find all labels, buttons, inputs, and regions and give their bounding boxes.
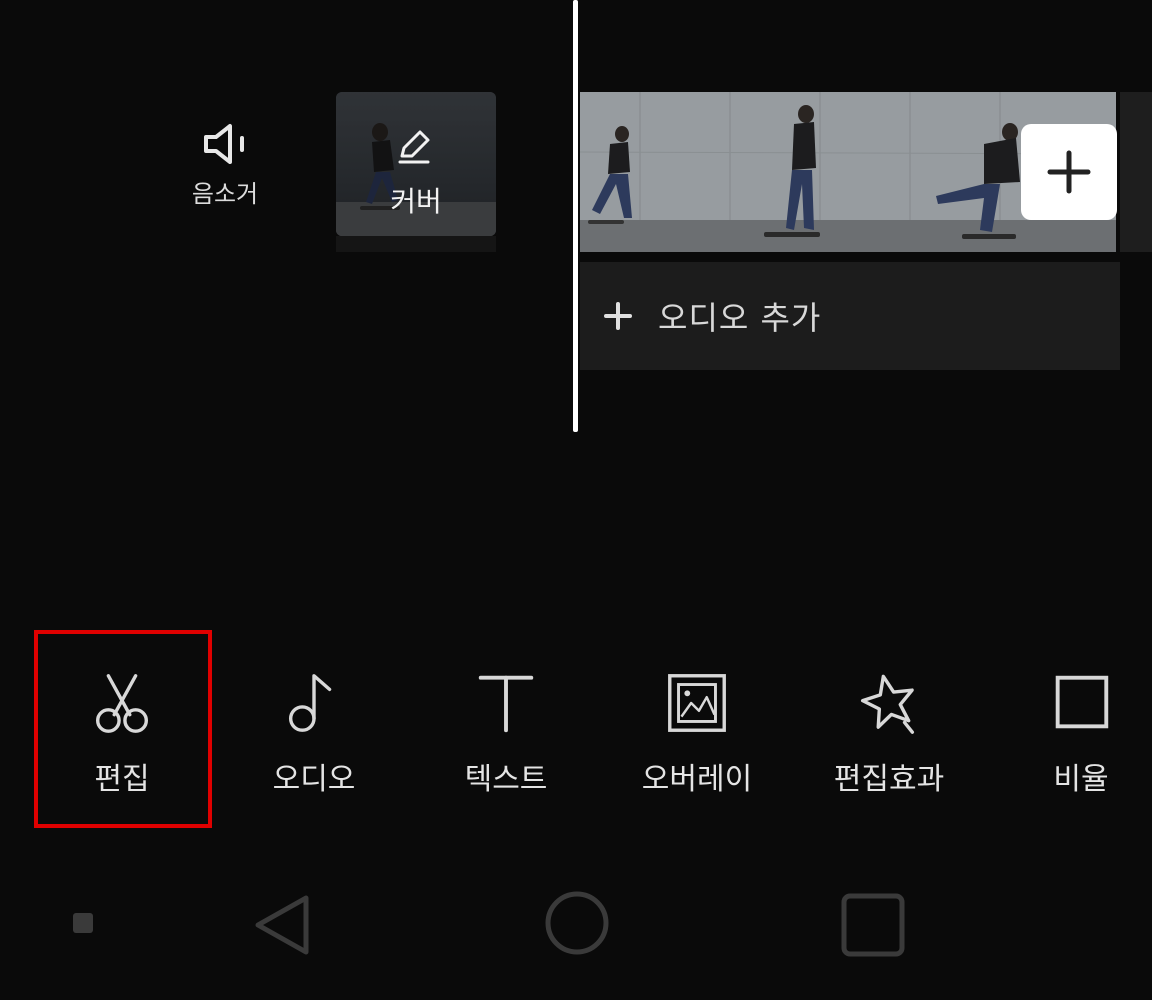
toolbar-effects-label: 편집효과 xyxy=(833,762,945,797)
toolbar-text[interactable]: 텍스트 xyxy=(431,668,581,798)
nav-indicator xyxy=(73,913,93,933)
cover-button[interactable]: 커버 xyxy=(336,92,496,236)
plus-icon xyxy=(604,302,632,330)
add-audio-button[interactable]: 오디오 추가 xyxy=(580,262,1120,370)
toolbar-aspect-ratio-label: 비율 xyxy=(1053,762,1109,797)
cover-label: 커버 xyxy=(390,185,442,218)
toolbar-edit-label: 편집 xyxy=(94,762,150,797)
add-audio-label: 오디오 추가 xyxy=(658,299,822,337)
cover-thumb-base xyxy=(336,236,496,252)
mute-button[interactable]: 음소거 xyxy=(180,120,270,230)
toolbar-overlay-label: 오버레이 xyxy=(641,762,753,797)
recent-apps-icon[interactable] xyxy=(840,892,906,958)
aspect-ratio-icon xyxy=(1055,675,1109,729)
toolbar-audio[interactable]: 오디오 xyxy=(239,668,389,798)
playhead[interactable] xyxy=(573,0,578,432)
toolbar-aspect-ratio[interactable]: 비율 xyxy=(1006,668,1152,798)
add-clip-button[interactable] xyxy=(1021,124,1117,220)
scissors-icon xyxy=(95,674,149,733)
toolbar-effects[interactable]: 편집효과 xyxy=(814,668,964,798)
next-clip-edge xyxy=(1120,92,1152,252)
plus-icon xyxy=(1047,150,1091,194)
toolbar-text-label: 텍스트 xyxy=(464,762,548,797)
pencil-edit-icon xyxy=(398,130,430,164)
mute-label: 음소거 xyxy=(191,180,259,208)
back-icon[interactable] xyxy=(250,890,314,960)
sparkle-effect-icon xyxy=(860,674,915,734)
toolbar-edit[interactable]: 편집 xyxy=(47,668,197,798)
home-icon[interactable] xyxy=(544,890,610,956)
toolbar-overlay[interactable]: 오버레이 xyxy=(622,668,772,798)
text-icon xyxy=(478,675,534,733)
toolbar-audio-label: 오디오 xyxy=(272,762,356,797)
overlay-image-icon xyxy=(668,674,726,732)
speaker-mute-icon xyxy=(204,124,244,164)
music-note-icon xyxy=(288,674,332,732)
